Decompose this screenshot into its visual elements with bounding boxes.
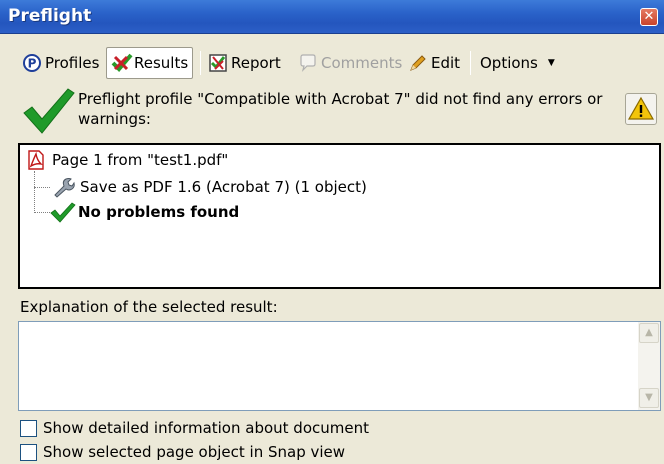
green-check-icon bbox=[22, 85, 76, 137]
svg-text:P: P bbox=[28, 57, 37, 71]
status-message: Preflight profile "Compatible with Acrob… bbox=[78, 90, 603, 128]
report-button[interactable]: Report bbox=[208, 47, 281, 79]
pdf-icon bbox=[26, 150, 46, 170]
warning-button[interactable] bbox=[625, 93, 657, 125]
detailed-info-checkbox[interactable] bbox=[20, 419, 37, 437]
preflight-window: Preflight ✕ P Profiles Results Report Co… bbox=[0, 0, 664, 464]
results-button[interactable]: Results bbox=[106, 47, 194, 79]
comments-icon bbox=[298, 53, 318, 73]
comments-label: Comments bbox=[321, 54, 403, 72]
window-title: Preflight bbox=[8, 6, 92, 26]
scroll-down-button[interactable]: ▼ bbox=[639, 388, 659, 408]
profiles-label: Profiles bbox=[45, 54, 100, 72]
results-label: Results bbox=[134, 54, 189, 72]
tree-item-result[interactable]: No problems found bbox=[50, 201, 239, 223]
explanation-text bbox=[19, 322, 660, 330]
chevron-up-icon: ▲ bbox=[645, 327, 653, 338]
tree-item-label: Page 1 from "test1.pdf" bbox=[52, 151, 229, 169]
toolbar: P Profiles Results Report Comments Edit … bbox=[0, 45, 664, 81]
profiles-icon: P bbox=[22, 53, 42, 73]
close-button[interactable]: ✕ bbox=[640, 8, 658, 26]
report-icon bbox=[208, 53, 228, 73]
profiles-button[interactable]: P Profiles bbox=[22, 47, 99, 79]
close-icon: ✕ bbox=[643, 9, 655, 24]
tree-item-label: No problems found bbox=[78, 203, 240, 221]
snap-view-checkbox[interactable] bbox=[20, 443, 37, 461]
report-label: Report bbox=[231, 54, 281, 72]
snap-view-option[interactable]: Show selected page object in Snap view bbox=[20, 443, 345, 461]
edit-button[interactable]: Edit bbox=[408, 47, 460, 79]
options-label: Options bbox=[480, 54, 538, 72]
comments-button[interactable]: Comments bbox=[298, 47, 402, 79]
tree-item-label: Save as PDF 1.6 (Acrobat 7) (1 object) bbox=[80, 178, 367, 196]
results-tree[interactable]: Page 1 from "test1.pdf" Save as PDF 1.6 … bbox=[18, 143, 661, 289]
explanation-scrollbar[interactable]: ▲ ▼ bbox=[638, 322, 660, 410]
detailed-info-label: Show detailed information about document bbox=[43, 419, 369, 437]
tree-item-page[interactable]: Page 1 from "test1.pdf" bbox=[26, 150, 228, 170]
title-bar[interactable]: Preflight ✕ bbox=[0, 0, 664, 34]
tree-item-fixup[interactable]: Save as PDF 1.6 (Acrobat 7) (1 object) bbox=[52, 176, 367, 198]
green-check-icon bbox=[50, 201, 76, 223]
results-icon bbox=[111, 53, 133, 73]
chevron-down-icon: ▼ bbox=[645, 392, 653, 403]
options-menu[interactable]: Options ▼ bbox=[480, 47, 555, 79]
explanation-label: Explanation of the selected result: bbox=[20, 298, 278, 316]
dropdown-arrow-icon: ▼ bbox=[547, 58, 555, 68]
scroll-up-button[interactable]: ▲ bbox=[639, 323, 659, 343]
pencil-icon bbox=[408, 53, 428, 73]
warning-icon bbox=[626, 96, 656, 128]
detailed-info-option[interactable]: Show detailed information about document bbox=[20, 419, 369, 437]
snap-view-label: Show selected page object in Snap view bbox=[43, 443, 346, 461]
status-area: Preflight profile "Compatible with Acrob… bbox=[0, 85, 664, 141]
fixup-wrench-icon bbox=[52, 176, 76, 198]
explanation-textbox[interactable]: ▲ ▼ bbox=[18, 321, 661, 411]
edit-label: Edit bbox=[431, 54, 461, 72]
